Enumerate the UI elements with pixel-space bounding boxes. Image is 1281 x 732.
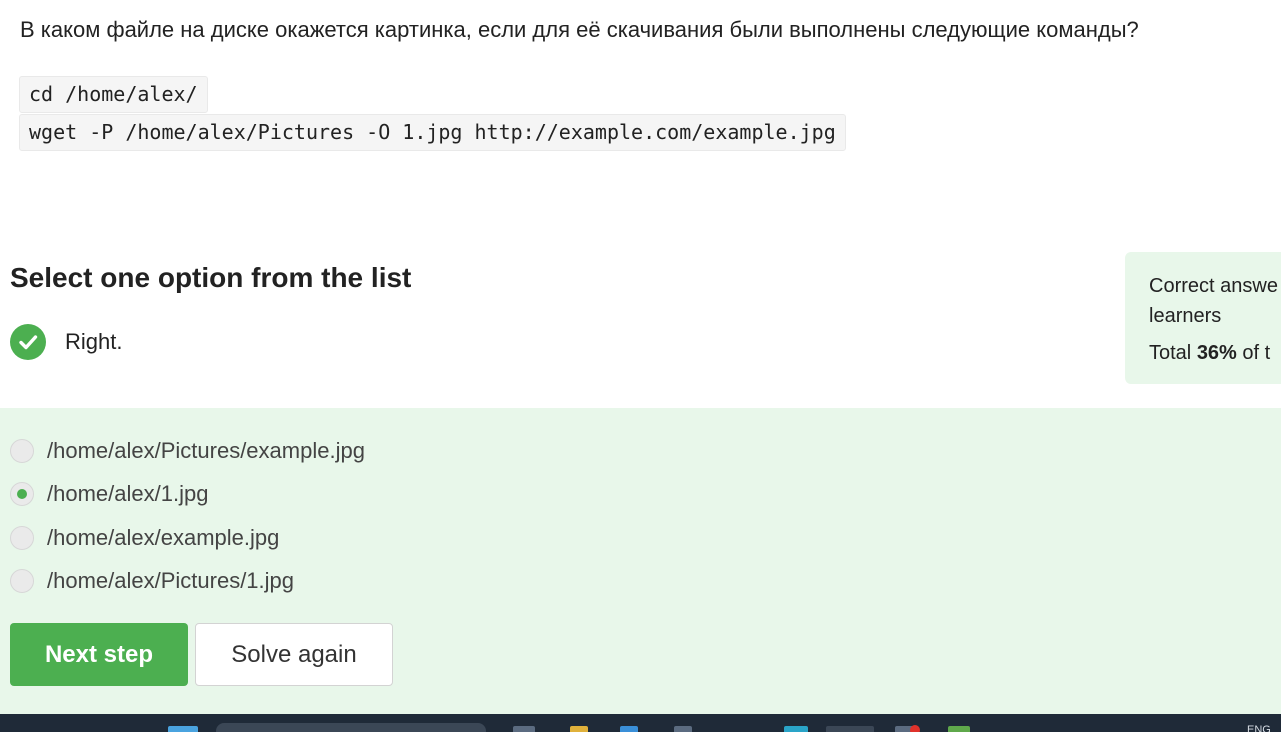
stats-total-percent: 36% [1196,342,1237,364]
quiz-instruction: Select one option from the list [10,262,412,293]
active-app-icon[interactable] [826,726,874,732]
option-item[interactable]: /home/alex/Pictures/1.jpg [10,566,294,596]
code-line-wget: wget -P /home/alex/Pictures -O 1.jpg htt… [19,114,846,151]
taskbar-search-box[interactable] [216,723,486,732]
windows-start-icon[interactable] [168,726,198,732]
option-label[interactable]: /home/alex/Pictures/1.jpg [47,568,294,594]
browser-icon[interactable] [784,726,808,732]
taskbar-app-icon[interactable] [674,726,692,732]
option-item[interactable]: /home/alex/1.jpg [10,479,208,509]
stats-line-2: learners [1149,305,1222,327]
radio-button-selected[interactable] [10,482,34,506]
language-indicator[interactable]: ENG [1247,724,1271,732]
stats-panel: Correct answe learners Total 36% of t [1125,252,1281,384]
solve-again-button[interactable]: Solve again [195,623,393,686]
option-label[interactable]: /home/alex/1.jpg [47,481,208,507]
taskbar: ENG [0,714,1281,732]
stats-total-prefix: Total [1149,342,1197,364]
radio-button[interactable] [10,526,34,550]
result-feedback: Right. [10,324,123,360]
radio-button[interactable] [10,439,34,463]
check-circle-icon [10,324,46,360]
notification-badge-icon [910,725,920,732]
option-item[interactable]: /home/alex/example.jpg [10,523,279,553]
option-label[interactable]: /home/alex/example.jpg [47,525,279,551]
stats-total-suffix: of t [1236,342,1271,364]
code-line-cd: cd /home/alex/ [19,76,208,113]
file-explorer-icon[interactable] [570,726,588,732]
option-item[interactable]: /home/alex/Pictures/example.jpg [10,436,365,466]
next-step-button[interactable]: Next step [10,623,188,686]
radio-button[interactable] [10,569,34,593]
taskbar-app-icon[interactable] [620,726,638,732]
taskbar-app-icon[interactable] [513,726,535,732]
question-text: В каком файле на диске окажется картинка… [20,17,1139,42]
taskbar-app-icon[interactable] [948,726,970,732]
result-text: Right. [65,329,123,354]
stats-total: Total 36% of t [1149,338,1281,368]
stats-line-1: Correct answe [1149,275,1278,297]
option-label[interactable]: /home/alex/Pictures/example.jpg [47,438,365,464]
